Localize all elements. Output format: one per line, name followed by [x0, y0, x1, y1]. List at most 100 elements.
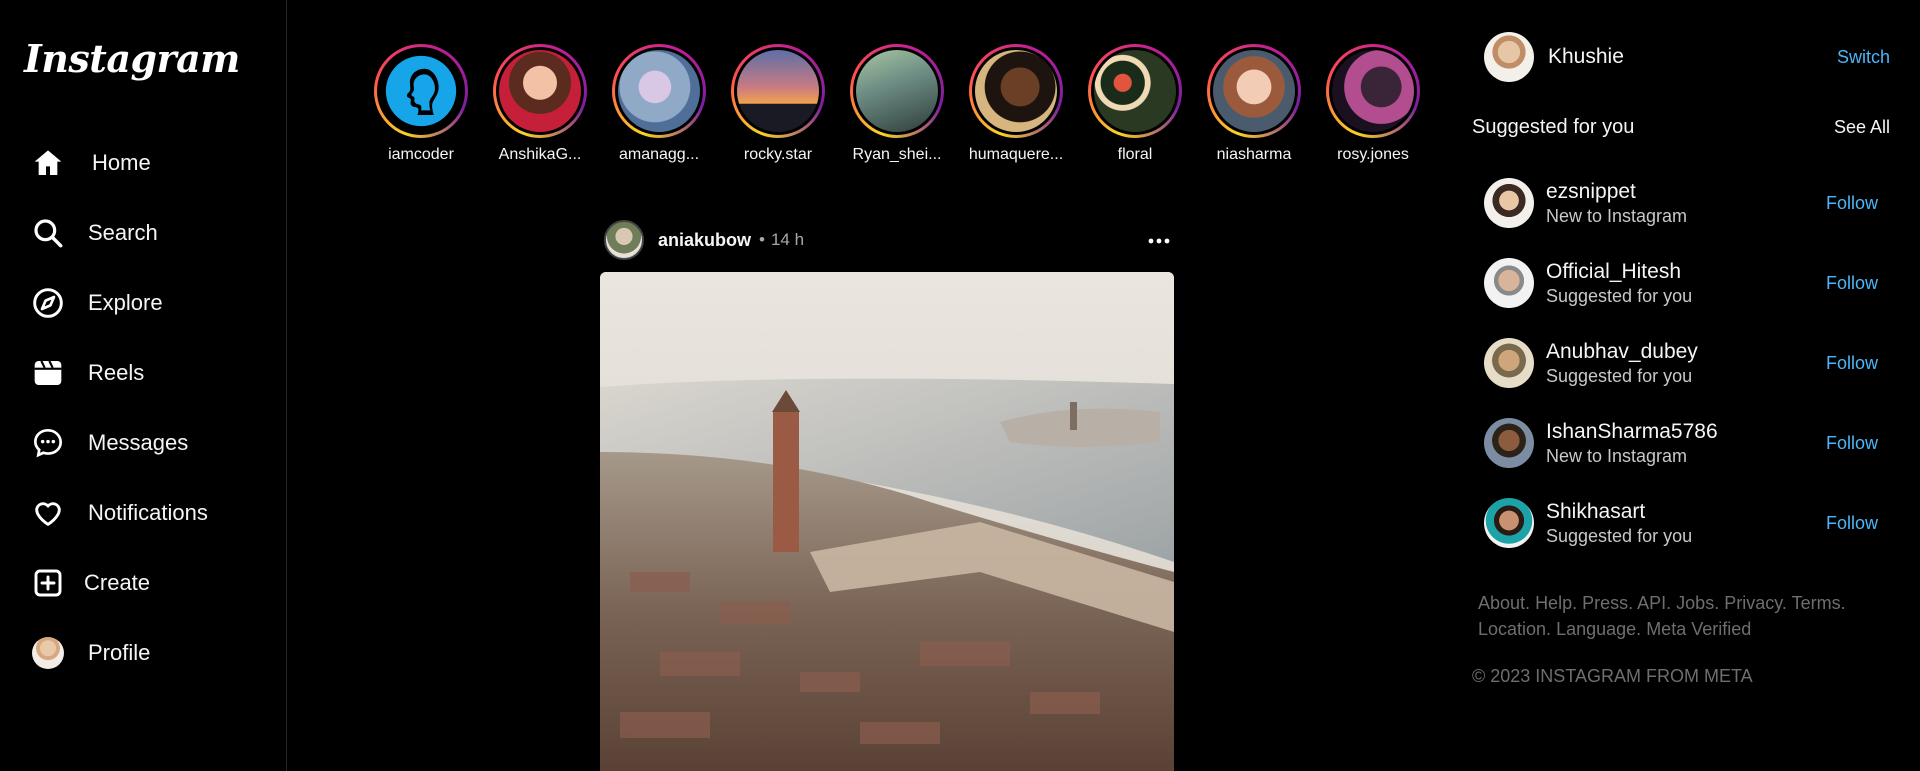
follow-button[interactable]: Follow	[1826, 353, 1878, 374]
story-avatar	[380, 50, 462, 132]
story-item[interactable]: Ryan_shei...	[842, 44, 952, 164]
current-username[interactable]: Khushie	[1548, 45, 1624, 69]
home-icon	[30, 145, 66, 181]
story-ring	[1088, 44, 1182, 138]
avatar[interactable]	[1484, 258, 1534, 308]
suggestion-row: IshanSharma5786 New to Instagram Follow	[1484, 416, 1890, 470]
suggestion-username[interactable]: Official_Hitesh	[1546, 259, 1692, 285]
story-item[interactable]: humaquere...	[961, 44, 1071, 164]
suggestion-reason: Suggested for you	[1546, 526, 1693, 546]
story-username: rocky.star	[743, 146, 813, 163]
story-avatar	[1213, 50, 1295, 132]
nav-messages[interactable]: Messages	[30, 421, 270, 465]
nav-reels[interactable]: Reels	[30, 351, 270, 395]
post-header: aniakubow • 14 h	[604, 218, 1176, 262]
story-username: floral	[1117, 146, 1153, 163]
see-all-link[interactable]: See All	[1834, 117, 1890, 138]
footer-link-jobs[interactable]: Jobs.	[1676, 593, 1719, 613]
story-username: iamcoder	[388, 146, 454, 163]
story-username: AnshikaG...	[498, 146, 582, 163]
nav-label: Notifications	[88, 500, 208, 525]
footer-link-press[interactable]: Press.	[1582, 593, 1633, 613]
suggestion-username[interactable]: Shikhasart	[1546, 499, 1692, 525]
footer-link-terms[interactable]: Terms.	[1792, 593, 1846, 613]
follow-button[interactable]: Follow	[1826, 513, 1878, 534]
story-item[interactable]: rocky.star	[723, 44, 833, 164]
story-avatar	[856, 50, 938, 132]
nav-home[interactable]: Home	[30, 141, 270, 185]
story-ring	[493, 44, 587, 138]
story-item[interactable]: AnshikaG...	[485, 44, 595, 164]
story-avatar	[737, 50, 819, 132]
story-item[interactable]: rosy.jones	[1318, 44, 1428, 164]
user-silhouette-icon	[385, 55, 457, 127]
suggestion-username[interactable]: IshanSharma5786	[1546, 419, 1718, 445]
avatar[interactable]	[1484, 178, 1534, 228]
post-timestamp: 14 h	[770, 230, 805, 249]
nav-search[interactable]: Search	[30, 211, 270, 255]
venice-aerial-photo	[600, 272, 1174, 771]
footer-link-meta-verified[interactable]: Meta Verified	[1646, 619, 1751, 639]
footer-link-help[interactable]: Help.	[1535, 593, 1577, 613]
story-username: niasharma	[1216, 146, 1292, 163]
avatar[interactable]	[1484, 32, 1534, 82]
more-options-icon[interactable]	[1148, 231, 1170, 249]
story-username: humaquere...	[968, 146, 1064, 163]
post-username[interactable]: aniakubow	[658, 230, 751, 251]
reels-icon	[30, 355, 66, 391]
nav-create[interactable]: Create	[30, 561, 270, 605]
sidebar: Instagram Home Search Explore Reels Mess…	[0, 0, 287, 771]
story-avatar	[1094, 50, 1176, 132]
story-item[interactable]: amanagg...	[604, 44, 714, 164]
story-item[interactable]: niasharma	[1199, 44, 1309, 164]
story-ring	[1207, 44, 1301, 138]
suggestion-reason: New to Instagram	[1546, 446, 1688, 466]
suggestion-row: Official_Hitesh Suggested for you Follow	[1484, 256, 1890, 310]
nav-label: Profile	[88, 640, 151, 665]
story-ring	[612, 44, 706, 138]
nav-profile[interactable]: Profile	[30, 631, 270, 675]
nav-explore[interactable]: Explore	[30, 281, 270, 325]
copyright-text: © 2023 INSTAGRAM FROM META	[1472, 666, 1753, 686]
compass-icon	[30, 285, 66, 321]
current-account: Khushie Switch	[1484, 32, 1890, 82]
footer-link-location[interactable]: Location.	[1478, 619, 1551, 639]
follow-button[interactable]: Follow	[1826, 193, 1878, 214]
heart-icon	[30, 495, 66, 531]
footer-links: About. Help. Press. API. Jobs. Privacy. …	[1478, 590, 1858, 642]
suggestion-username[interactable]: ezsnippet	[1546, 179, 1687, 205]
switch-account-link[interactable]: Switch	[1837, 47, 1890, 68]
story-ring	[374, 44, 468, 138]
avatar[interactable]	[1484, 418, 1534, 468]
story-avatar	[975, 50, 1057, 132]
nav-notifications[interactable]: Notifications	[30, 491, 270, 535]
story-ring	[850, 44, 944, 138]
instagram-logo[interactable]: Instagram	[24, 36, 240, 81]
suggestion-row: Shikhasart Suggested for you Follow	[1484, 496, 1890, 550]
profile-icon-wrap	[30, 635, 66, 671]
footer-link-language[interactable]: Language.	[1556, 619, 1641, 639]
nav-label: Explore	[88, 290, 163, 315]
story-item[interactable]: iamcoder	[366, 44, 476, 164]
follow-button[interactable]: Follow	[1826, 273, 1878, 294]
suggestions-title: Suggested for you	[1472, 116, 1635, 138]
avatar[interactable]	[1484, 498, 1534, 548]
story-username: rosy.jones	[1337, 146, 1409, 163]
story-username: amanagg...	[618, 146, 700, 163]
follow-button[interactable]: Follow	[1826, 433, 1878, 454]
post-image[interactable]	[600, 272, 1174, 771]
story-ring	[969, 44, 1063, 138]
post-author-avatar[interactable]	[604, 220, 644, 260]
story-item[interactable]: floral	[1080, 44, 1190, 164]
search-icon	[30, 215, 66, 251]
footer-link-about[interactable]: About.	[1478, 593, 1530, 613]
suggestion-username[interactable]: Anubhav_dubey	[1546, 339, 1698, 365]
suggestion-reason: Suggested for you	[1546, 286, 1693, 306]
avatar[interactable]	[1484, 338, 1534, 388]
messages-icon	[30, 425, 66, 461]
story-avatar	[1332, 50, 1414, 132]
footer-link-api[interactable]: API.	[1637, 593, 1671, 613]
footer-link-privacy[interactable]: Privacy.	[1724, 593, 1787, 613]
story-avatar	[499, 50, 581, 132]
plus-square-icon	[30, 565, 66, 601]
